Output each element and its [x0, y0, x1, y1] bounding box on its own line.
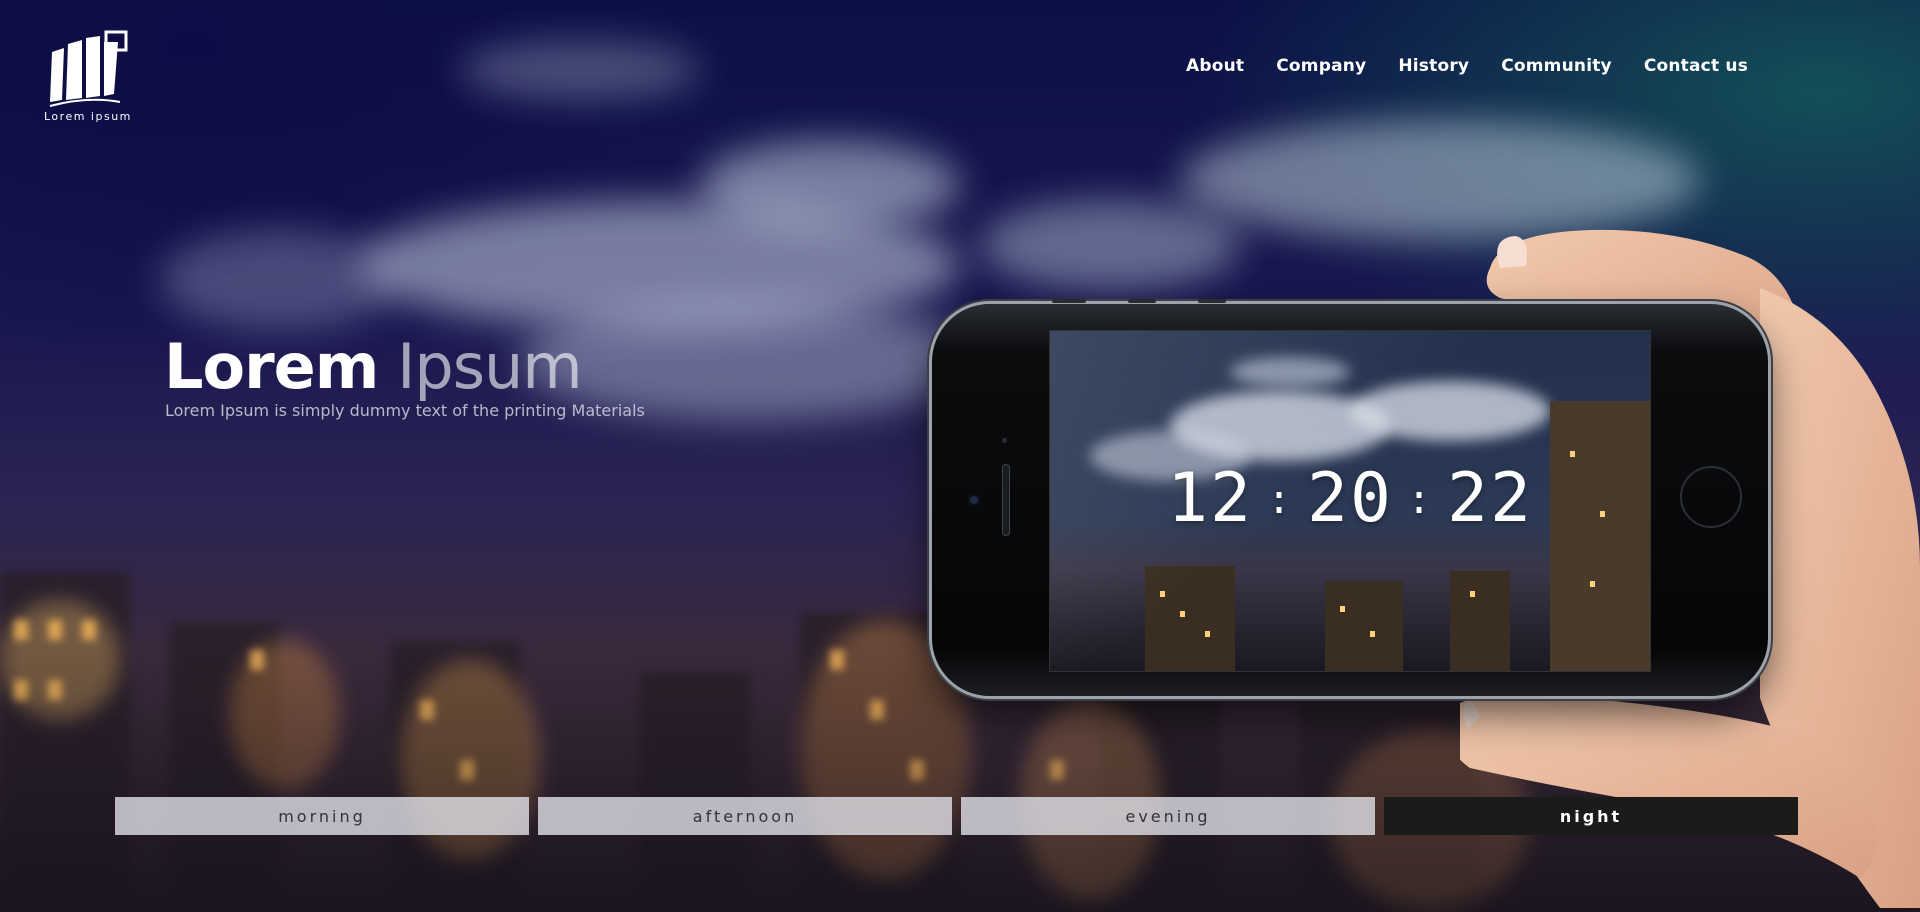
phone-screen: 12:20:22 — [1049, 330, 1651, 672]
earpiece-speaker — [1002, 464, 1010, 536]
volume-button — [1128, 299, 1156, 303]
hero-subtitle: Lorem Ipsum is simply dummy text of the … — [165, 401, 645, 420]
tab-evening[interactable]: evening — [961, 797, 1375, 835]
window-light — [1590, 581, 1595, 587]
nav-link-community[interactable]: Community — [1501, 56, 1612, 76]
clock-display: 12:20:22 — [1050, 459, 1650, 538]
cloud — [1350, 381, 1550, 441]
smartphone: 12:20:22 — [932, 299, 1768, 696]
clock-separator: : — [1266, 477, 1294, 523]
clock-minutes: 20 — [1307, 459, 1393, 538]
main-nav: About Company History Community Contact … — [1186, 56, 1748, 76]
logo-text: Lorem ipsum — [44, 110, 132, 123]
cloud — [1230, 357, 1350, 387]
window-light — [1160, 591, 1165, 597]
window-light — [1470, 591, 1475, 597]
tab-afternoon[interactable]: afternoon — [538, 797, 952, 835]
window-light — [1570, 451, 1575, 457]
window-light — [1340, 606, 1345, 612]
nav-link-company[interactable]: Company — [1276, 56, 1366, 76]
volume-button — [1052, 299, 1086, 303]
building — [1325, 581, 1403, 671]
proximity-sensor — [1002, 438, 1007, 443]
clock-separator: : — [1406, 477, 1434, 523]
brand-logo[interactable]: Lorem ipsum — [40, 30, 140, 125]
hero-title: Lorem Ipsum — [164, 330, 583, 403]
volume-button — [1198, 299, 1226, 303]
hero-title-bold: Lorem — [164, 330, 379, 403]
window-light — [1370, 631, 1375, 637]
clock-seconds: 22 — [1447, 459, 1533, 538]
window-light — [1205, 631, 1210, 637]
building — [1450, 571, 1510, 671]
tab-night[interactable]: night — [1384, 797, 1798, 835]
nav-link-history[interactable]: History — [1398, 56, 1469, 76]
nav-link-about[interactable]: About — [1186, 56, 1244, 76]
hero-title-light: Ipsum — [397, 330, 583, 403]
time-of-day-tabs: morning afternoon evening night — [115, 797, 1798, 835]
front-camera-icon — [968, 494, 980, 506]
clock-hours: 12 — [1167, 459, 1253, 538]
tab-morning[interactable]: morning — [115, 797, 529, 835]
home-button[interactable] — [1680, 466, 1742, 528]
window-light — [1180, 611, 1185, 617]
nav-link-contact[interactable]: Contact us — [1644, 56, 1748, 76]
building — [1145, 566, 1235, 671]
buildings-logo-icon — [49, 30, 128, 107]
